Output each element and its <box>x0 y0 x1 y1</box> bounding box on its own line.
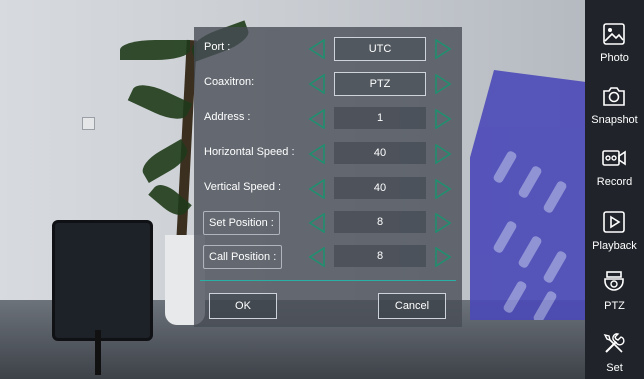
set-position-row: Set Position : 8 <box>194 211 462 235</box>
toolbar-playback-button[interactable]: Playback <box>585 202 644 262</box>
record-icon <box>602 150 626 166</box>
address-label: Address : <box>204 111 251 123</box>
side-toolbar: Photo Snapshot Record Playback PTZ Set <box>585 0 644 379</box>
set-position-next-arrow-icon[interactable] <box>434 213 452 233</box>
toolbar-set-button[interactable]: Set <box>585 324 644 379</box>
chair <box>52 220 153 341</box>
ptz-camera-icon <box>604 271 624 291</box>
toolbar-snapshot-label: Snapshot <box>591 114 638 126</box>
port-row: Port : UTC <box>194 37 462 61</box>
tools-icon <box>603 333 625 353</box>
toolbar-set-label: Set <box>606 362 623 374</box>
horizontal-speed-label: Horizontal Speed : <box>204 146 295 158</box>
coaxitron-label: Coaxitron: <box>204 76 255 88</box>
toolbar-snapshot-button[interactable]: Snapshot <box>585 76 644 136</box>
vertical-speed-label: Vertical Speed : <box>204 181 282 193</box>
port-value[interactable]: UTC <box>334 37 426 61</box>
call-position-prev-arrow-icon[interactable] <box>308 247 326 267</box>
call-position-row: Call Position : 8 <box>194 245 462 269</box>
dialog-divider <box>200 280 456 281</box>
coaxitron-prev-arrow-icon[interactable] <box>308 74 326 94</box>
horizontal-speed-prev-arrow-icon[interactable] <box>308 144 326 164</box>
address-row: Address : 1 <box>194 107 462 131</box>
coaxitron-value[interactable]: PTZ <box>334 72 426 96</box>
vertical-speed-value[interactable]: 40 <box>334 177 426 199</box>
toolbar-playback-label: Playback <box>592 240 637 252</box>
port-prev-arrow-icon[interactable] <box>308 39 326 59</box>
vertical-speed-prev-arrow-icon[interactable] <box>308 179 326 199</box>
chair-leg <box>95 330 101 375</box>
horizontal-speed-value[interactable]: 40 <box>334 142 426 164</box>
device-screen: Port : UTC Coaxitron: PTZ Address : 1 Ho… <box>0 0 644 379</box>
ok-button[interactable]: OK <box>209 293 277 319</box>
cancel-button[interactable]: Cancel <box>378 293 446 319</box>
call-position-value[interactable]: 8 <box>334 245 426 267</box>
file-organizer <box>470 70 590 320</box>
toolbar-record-label: Record <box>596 176 633 188</box>
horizontal-speed-next-arrow-icon[interactable] <box>434 144 452 164</box>
call-position-next-arrow-icon[interactable] <box>434 247 452 267</box>
set-position-button[interactable]: Set Position : <box>203 211 280 235</box>
toolbar-ptz-button[interactable]: PTZ <box>585 262 644 322</box>
camera-icon <box>603 87 625 106</box>
address-next-arrow-icon[interactable] <box>434 109 452 129</box>
set-position-value[interactable]: 8 <box>334 211 426 233</box>
toolbar-photo-button[interactable]: Photo <box>585 14 644 74</box>
vertical-speed-row: Vertical Speed : 40 <box>194 177 462 201</box>
ptz-settings-dialog: Port : UTC Coaxitron: PTZ Address : 1 Ho… <box>194 27 462 327</box>
address-prev-arrow-icon[interactable] <box>308 109 326 129</box>
vertical-speed-next-arrow-icon[interactable] <box>434 179 452 199</box>
toolbar-ptz-label: PTZ <box>604 300 625 312</box>
toolbar-record-button[interactable]: Record <box>585 138 644 198</box>
call-position-button[interactable]: Call Position : <box>203 245 283 269</box>
wall-socket <box>82 117 95 130</box>
horizontal-speed-row: Horizontal Speed : 40 <box>194 142 462 166</box>
set-position-prev-arrow-icon[interactable] <box>308 213 326 233</box>
port-next-arrow-icon[interactable] <box>434 39 452 59</box>
coaxitron-next-arrow-icon[interactable] <box>434 74 452 94</box>
photo-icon <box>603 23 625 45</box>
playback-icon <box>603 211 625 233</box>
toolbar-photo-label: Photo <box>600 52 629 64</box>
coaxitron-row: Coaxitron: PTZ <box>194 72 462 96</box>
address-value[interactable]: 1 <box>334 107 426 129</box>
port-label: Port : <box>204 41 231 53</box>
plant-leaf <box>120 40 190 60</box>
